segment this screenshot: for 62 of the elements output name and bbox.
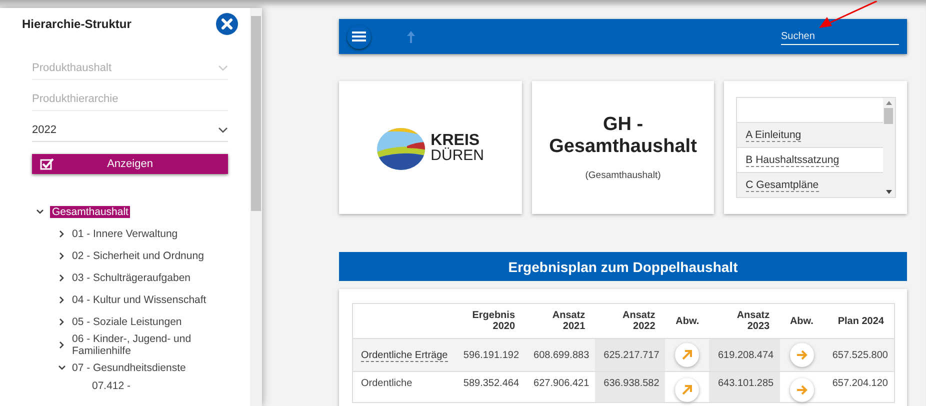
show-button[interactable]: Anzeigen [32, 154, 228, 174]
column-header: Ansatz 2021 [525, 304, 596, 338]
chapter-link[interactable]: A Einleitung [746, 128, 802, 142]
column-header: Ansatz 2023 [709, 304, 780, 338]
caret-icon[interactable] [58, 341, 66, 349]
tree-item[interactable]: 02 - Sicherheit und Ordnung [72, 250, 204, 262]
arrow-icon [817, 1, 877, 29]
table-cell: 657.525.800 [824, 338, 894, 372]
caret-icon[interactable] [36, 208, 44, 216]
table-cell: 657.204.120 [824, 372, 894, 402]
panel-title: Hierarchie-Struktur [22, 17, 132, 31]
table-cell: 619.208.474 [709, 338, 780, 372]
caret-icon[interactable] [58, 274, 66, 282]
section-header: Ergebnisplan zum Doppelhaushalt [339, 252, 907, 281]
column-header: Plan 2024 [824, 304, 894, 338]
scrollbar[interactable] [250, 8, 262, 406]
tree-item[interactable]: 03 - Schulträgeraufgaben [72, 272, 190, 284]
arrow-right-icon [796, 384, 808, 396]
caret-icon[interactable] [58, 230, 66, 238]
table-cell: 625.217.717 [595, 338, 666, 372]
tree-item[interactable]: 07.412 - [92, 380, 131, 392]
column-header: Ergebnis 2020 [454, 304, 526, 338]
tree-item[interactable]: 07 - Gesundheitsdienste [72, 362, 186, 374]
tree-item[interactable]: 01 - Innere Verwaltung [72, 228, 178, 240]
table-cell: 643.101.285 [709, 372, 780, 402]
menu-icon [352, 31, 366, 42]
tree-item[interactable]: 06 - Kinder-, Jugend- und Familienhilfe [72, 333, 228, 357]
menu-button[interactable] [347, 24, 371, 48]
column-header: Ansatz 2022 [595, 304, 666, 338]
chevron-down-icon [218, 127, 228, 133]
chevron-down-icon [218, 65, 228, 71]
caret-icon[interactable] [58, 296, 66, 304]
arrow-right-icon [796, 349, 808, 361]
scrollbar[interactable] [882, 98, 895, 197]
column-header: Abw. [780, 304, 824, 338]
arrow-up-right-icon [681, 384, 694, 396]
close-icon [221, 18, 233, 30]
table-cell: 589.352.464 [454, 372, 526, 402]
close-button[interactable] [216, 13, 238, 35]
tree-item[interactable]: 05 - Soziale Leistungen [72, 316, 182, 328]
column-header: Abw. [665, 304, 710, 338]
search-field[interactable]: Suchen [781, 28, 899, 44]
caret-icon[interactable] [58, 252, 66, 260]
scroll-down-icon[interactable] [886, 190, 892, 194]
logo-text: KREIS [430, 132, 480, 148]
scrollbar-thumb[interactable] [884, 108, 894, 124]
select-field[interactable]: 2022 [32, 119, 228, 142]
caret-icon[interactable] [58, 364, 66, 372]
arrow-up-right-icon [681, 349, 694, 361]
checkbox-icon [40, 158, 54, 170]
caret-icon[interactable] [58, 318, 66, 326]
logo-text: DÜREN [430, 148, 484, 162]
row-label: Ordentliche [361, 378, 412, 389]
scroll-up-icon[interactable] [886, 101, 892, 105]
table-cell: 608.699.883 [525, 338, 596, 372]
budget-subtitle: (Gesamthaushalt) [585, 170, 661, 181]
table-cell: 596.191.192 [454, 338, 526, 372]
table-cell: 636.938.582 [595, 372, 666, 402]
budget-title: GH - Gesamthaushalt [548, 114, 698, 158]
tree-item[interactable]: Gesamthaushalt [50, 206, 130, 218]
chapter-link[interactable]: B Haushaltssatzung [746, 154, 840, 166]
tree-item[interactable]: 04 - Kultur und Wissenschaft [72, 294, 206, 306]
